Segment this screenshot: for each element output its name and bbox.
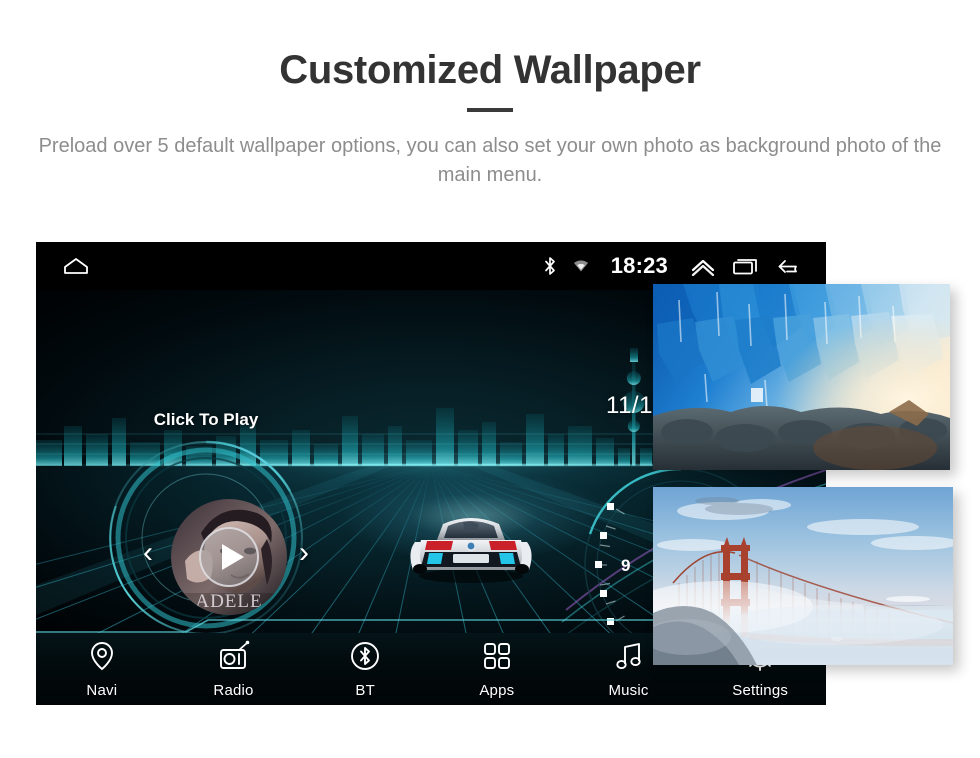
album-artist-name: ADELE	[195, 591, 263, 612]
music-note-icon	[613, 640, 645, 677]
ice-cave-wallpaper[interactable]	[653, 284, 950, 470]
nav-label-bt: BT	[355, 681, 375, 699]
bluetooth-icon	[543, 256, 557, 276]
nav-label-music: Music	[608, 681, 649, 699]
sidebar-item-apps[interactable]: Apps	[431, 633, 563, 705]
sidebar-item-bt[interactable]: BT	[299, 633, 431, 705]
wifi-icon	[573, 259, 589, 273]
play-icon[interactable]	[199, 527, 259, 587]
nav-label-navi: Navi	[86, 681, 118, 699]
page-title: Customized Wallpaper	[279, 48, 701, 92]
chevron-left-icon[interactable]: ‹	[143, 538, 153, 568]
recent-apps-icon[interactable]	[732, 256, 760, 276]
chevron-right-icon[interactable]: ›	[299, 538, 309, 568]
nav-label-radio: Radio	[213, 681, 254, 699]
golden-gate-bridge-wallpaper[interactable]	[653, 487, 953, 665]
nav-label-settings: Settings	[732, 681, 789, 699]
map-pin-icon	[87, 640, 117, 677]
chevron-up-icon[interactable]	[690, 256, 716, 276]
title-underline-rule	[467, 108, 513, 112]
nav-label-apps: Apps	[479, 681, 515, 699]
media-player-widget[interactable]: Click To Play ADELE ‹ ›	[86, 338, 326, 635]
sidebar-item-navi[interactable]: Navi	[36, 633, 168, 705]
golden-gate-image	[653, 487, 953, 665]
radio-icon	[217, 640, 251, 677]
sidebar-item-radio[interactable]: Radio	[168, 633, 300, 705]
status-bar-clock: 18:23	[610, 253, 668, 278]
page-header: Customized Wallpaper Preload over 5 defa…	[0, 0, 980, 190]
gauge-value-label: 9	[621, 556, 630, 575]
page-subtitle: Preload over 5 default wallpaper options…	[38, 135, 942, 186]
home-icon[interactable]	[62, 256, 90, 276]
car-graphic	[410, 518, 532, 583]
ice-cave-image	[653, 284, 950, 470]
status-bar: 18:23	[36, 242, 826, 290]
back-arrow-icon[interactable]	[776, 256, 804, 276]
bluetooth-icon	[349, 640, 381, 677]
click-to-play-label: Click To Play	[153, 410, 259, 429]
apps-grid-icon	[481, 640, 513, 677]
play-triangle	[221, 544, 244, 570]
